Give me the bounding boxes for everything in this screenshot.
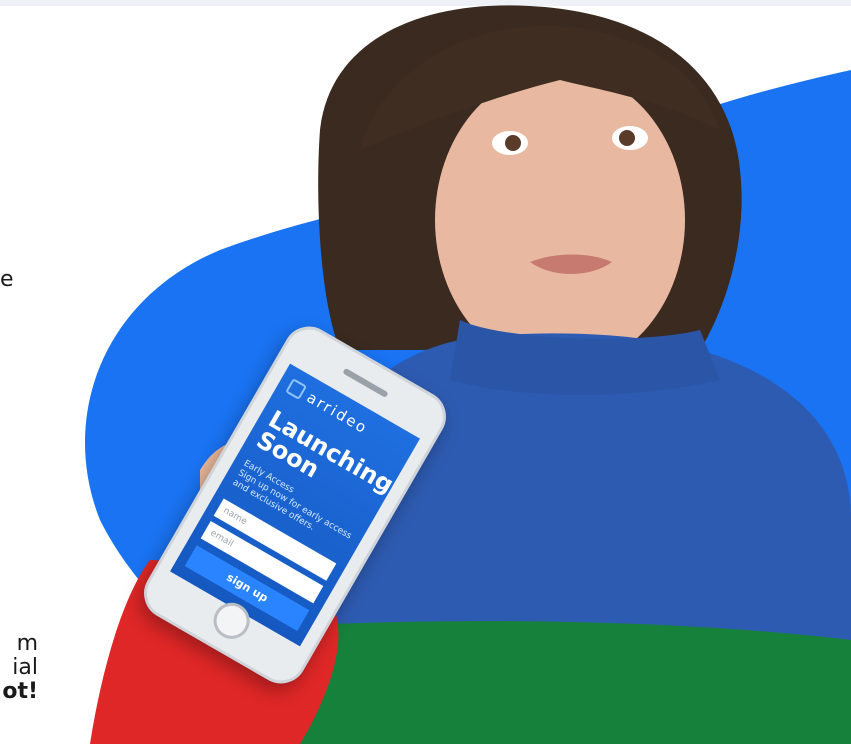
phone-email-placeholder: email xyxy=(208,528,235,550)
page: e m ial ot! arrideo Launching Soon Early… xyxy=(0,0,851,744)
phone-name-placeholder: name xyxy=(221,505,249,528)
logo-mark-icon xyxy=(285,378,308,400)
phone-speaker xyxy=(342,367,389,398)
person-photo xyxy=(90,5,851,744)
